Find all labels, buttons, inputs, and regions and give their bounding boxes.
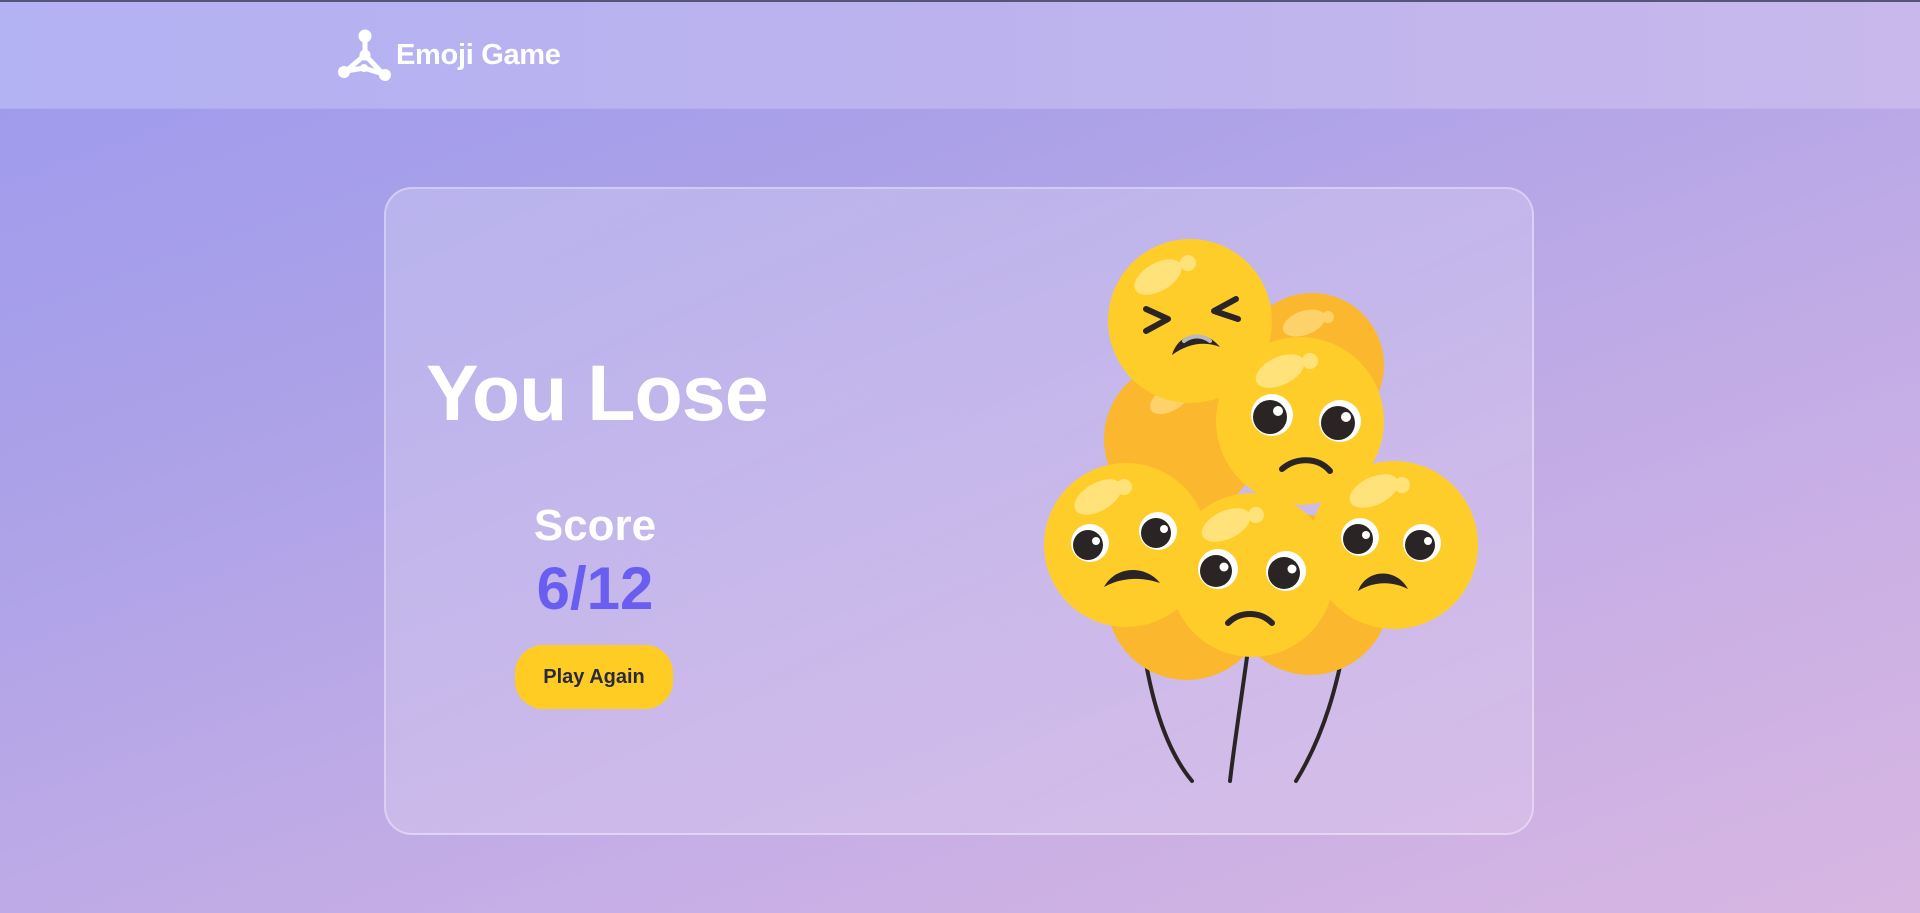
- molecule-network-icon: [338, 29, 391, 81]
- result-title: You Lose: [426, 348, 769, 437]
- sad-emoji-balloons-icon: [1044, 239, 1478, 783]
- result-card: You Lose Score 6/12 Play Again: [384, 187, 1534, 835]
- play-again-button[interactable]: Play Again: [515, 645, 673, 709]
- app-title: Emoji Game: [396, 38, 561, 71]
- score-block: Score 6/12: [498, 501, 692, 623]
- balloon-right-face: [1310, 461, 1478, 629]
- navbar: Emoji Game: [0, 2, 1920, 108]
- brand[interactable]: Emoji Game: [336, 28, 561, 82]
- score-value: 6/12: [536, 555, 654, 622]
- score-label: Score: [533, 501, 657, 550]
- balloon-center-face: [1170, 493, 1334, 657]
